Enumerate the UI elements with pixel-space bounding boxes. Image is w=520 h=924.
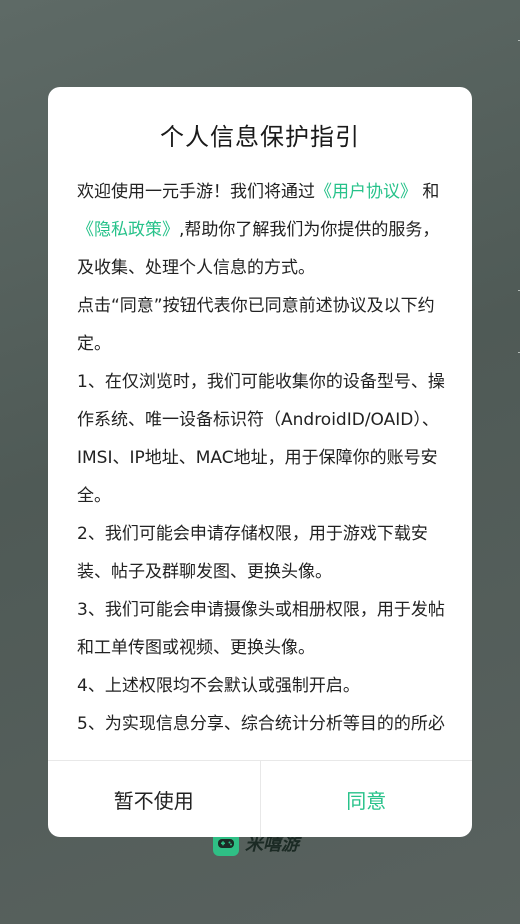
dialog-content[interactable]: 欢迎使用一元手游！我们将通过《用户协议》 和 《隐私政策》,帮助你了解我们为你提… [77, 173, 445, 813]
terms-item-2: 2、我们可能会申请存储权限，用于游戏下载安装、帖子及群聊发图、更换头像。 [77, 524, 428, 582]
intro-text: 欢迎使用一元手游！我们将通过 [77, 182, 315, 202]
dialog-title: 个人信息保护指引 [160, 123, 360, 151]
terms-item-5: 5、为实现信息分享、综合统计分析等目的的所必 [77, 714, 445, 734]
screen: 米嘻游 个人信息保护指引 欢迎使用一元手游！我们将通过《用户协议》 和 《隐私政… [0, 0, 520, 924]
terms-item-1: 1、在仅浏览时，我们可能收集你的设备型号、操作系统、唯一设备标识符（Androi… [77, 372, 445, 506]
privacy-dialog: 个人信息保护指引 欢迎使用一元手游！我们将通过《用户协议》 和 《隐私政策》,帮… [48, 87, 472, 837]
privacy-policy-link[interactable]: 《隐私政策》 [77, 220, 179, 240]
terms-item-4: 4、上述权限均不会默认或强制开启。 [77, 676, 360, 696]
decline-button[interactable]: 暂不使用 [48, 761, 261, 837]
user-agreement-link[interactable]: 《用户协议》 [315, 182, 417, 202]
intro-paragraph: 欢迎使用一元手游！我们将通过《用户协议》 和 《隐私政策》,帮助你了解我们为你提… [77, 173, 445, 287]
dialog-footer: 暂不使用 同意 [48, 760, 472, 837]
agree-button[interactable]: 同意 [261, 761, 473, 837]
intro-and-text: 和 [422, 182, 440, 202]
terms-item-3: 3、我们可能会申请摄像头或相册权限，用于发帖和工单传图或视频、更换头像。 [77, 600, 445, 658]
consent-paragraph: 点击“同意”按钮代表你已同意前述协议及以下约定。 [77, 296, 435, 354]
